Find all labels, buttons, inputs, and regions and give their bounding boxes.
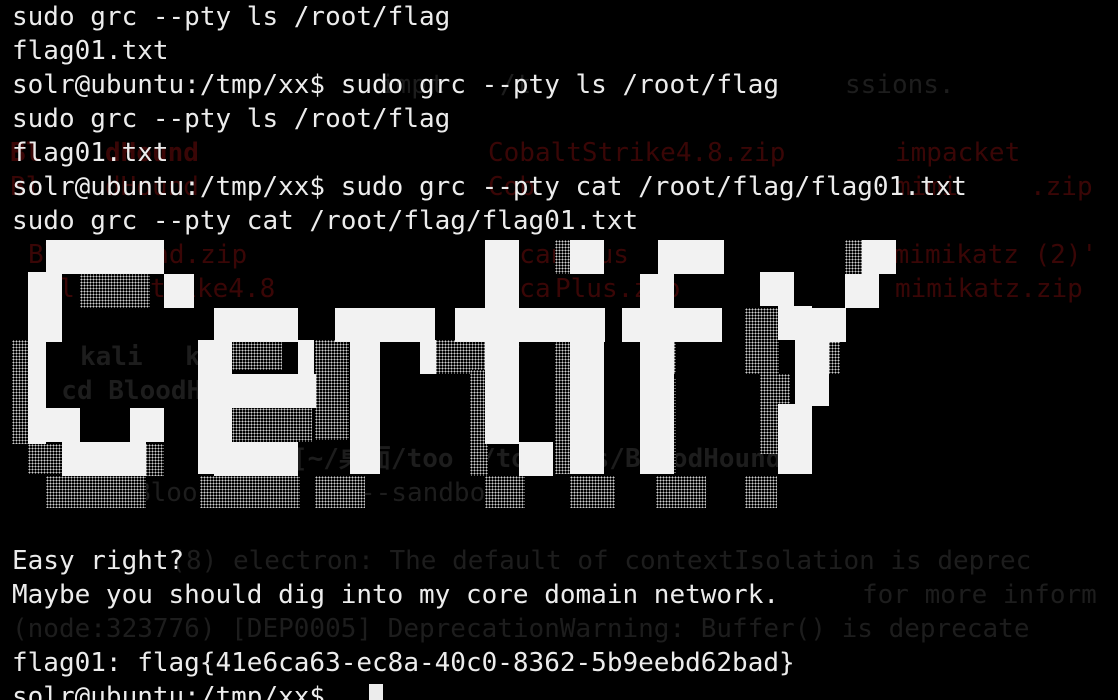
banner-block bbox=[795, 340, 829, 406]
banner-block bbox=[420, 340, 436, 374]
banner-shadow bbox=[46, 476, 146, 508]
banner-block bbox=[232, 374, 316, 408]
banner-block bbox=[485, 340, 519, 444]
banner-block bbox=[350, 340, 380, 474]
banner-block bbox=[28, 308, 46, 444]
banner-shadow bbox=[485, 476, 525, 508]
banner-block bbox=[622, 308, 722, 342]
banner-block bbox=[46, 408, 80, 442]
banner-shadow bbox=[435, 340, 485, 374]
banner-block bbox=[519, 442, 553, 476]
banner-block bbox=[862, 240, 896, 274]
banner-block bbox=[778, 404, 812, 474]
banner-block bbox=[62, 442, 146, 476]
banner-shadow bbox=[656, 476, 706, 508]
banner-shadow bbox=[80, 272, 150, 308]
banner-shadow bbox=[200, 476, 300, 508]
certify-ascii-banner bbox=[0, 0, 1118, 700]
banner-block bbox=[658, 240, 724, 274]
banner-block bbox=[164, 274, 194, 308]
banner-block bbox=[130, 408, 164, 442]
banner-block bbox=[640, 340, 674, 474]
banner-block bbox=[778, 306, 812, 340]
banner-block bbox=[570, 340, 604, 474]
banner-block bbox=[214, 308, 298, 342]
banner-block bbox=[845, 274, 879, 308]
banner-block bbox=[760, 272, 794, 306]
banner-shadow bbox=[570, 476, 615, 508]
banner-shadow bbox=[232, 408, 312, 442]
banner-shadow bbox=[232, 340, 282, 370]
banner-block bbox=[46, 240, 164, 274]
banner-block bbox=[640, 274, 674, 308]
banner-shadow bbox=[745, 308, 779, 374]
terminal-window[interactable]: imp t /t ssions. Bl dHound CobaltStrike4… bbox=[0, 0, 1118, 700]
banner-block bbox=[485, 240, 519, 310]
banner-block bbox=[570, 240, 604, 274]
banner-block bbox=[555, 308, 605, 342]
banner-block bbox=[335, 308, 435, 342]
banner-block bbox=[455, 308, 555, 342]
banner-shadow bbox=[315, 476, 365, 508]
banner-shadow bbox=[315, 340, 349, 440]
banner-block bbox=[214, 442, 298, 476]
banner-shadow bbox=[745, 476, 777, 508]
banner-block bbox=[812, 308, 846, 342]
